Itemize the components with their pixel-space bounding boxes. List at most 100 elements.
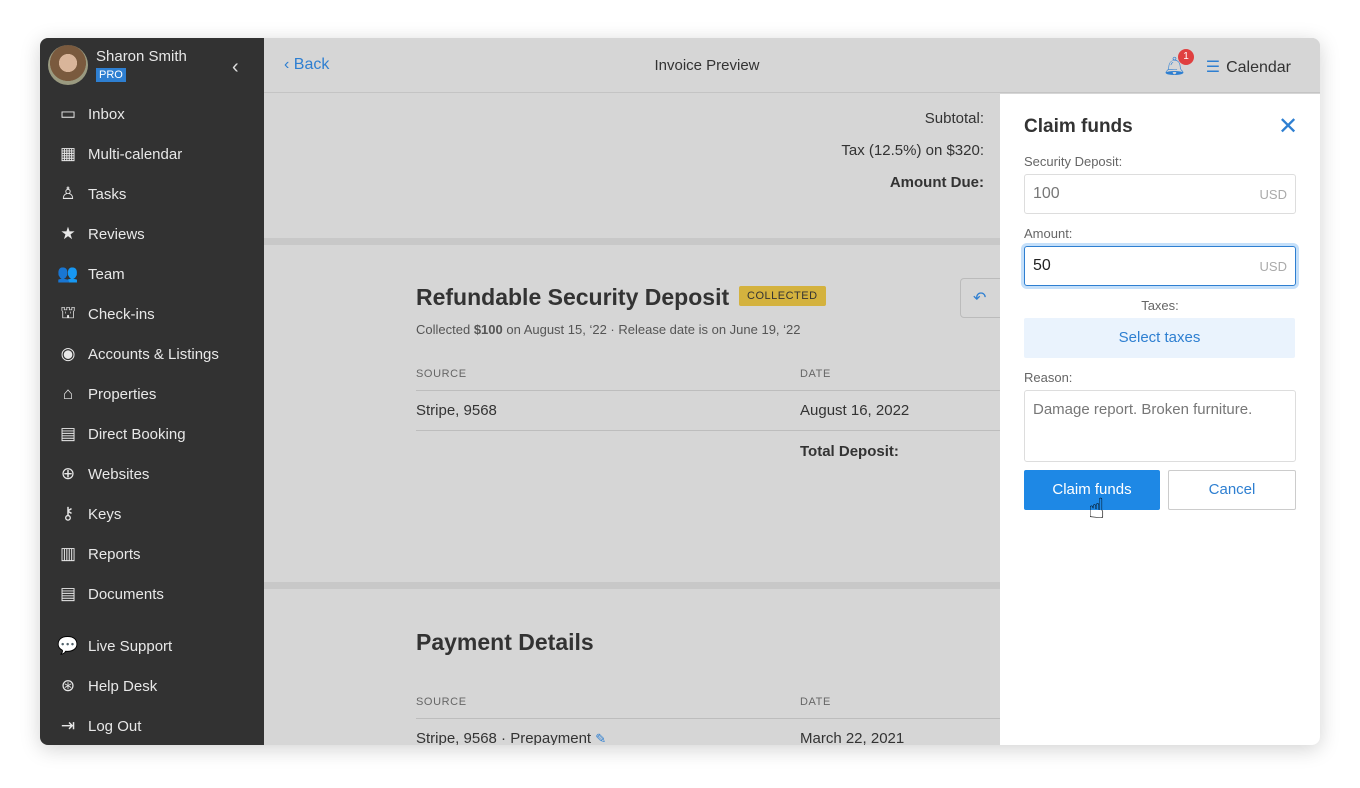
column-header-source: SOURCE [416, 696, 467, 708]
page-title: Invoice Preview [654, 57, 760, 74]
sidebar-item-label: Websites [88, 465, 150, 483]
notification-badge: 1 [1178, 49, 1194, 65]
sidebar-item-label: Documents [88, 585, 164, 603]
undo-icon: ↶ [973, 290, 987, 307]
sidebar-item-label: Live Support [88, 637, 173, 655]
user-name: Sharon Smith [96, 48, 187, 65]
payment-date: March 22, 2021 [800, 730, 905, 745]
total-deposit-label: Total Deposit: [800, 443, 899, 460]
sidebar-item-label: Keys [88, 505, 122, 523]
amount-input[interactable]: 50 USD [1024, 246, 1296, 286]
cancel-button[interactable]: Cancel [1168, 470, 1296, 510]
amount-due-label: Amount Due: [889, 174, 984, 191]
column-header-date: DATE [800, 696, 831, 708]
sidebar-item-label: Check-ins [88, 305, 155, 323]
hand-cursor-icon: ☝︎ [1088, 493, 1106, 524]
payment-source: Stripe, 9568 · Prepayment ✎ [416, 730, 607, 745]
section-divider [264, 582, 1000, 589]
sidebar-item-label: Reviews [88, 225, 145, 243]
star-icon: ★ [60, 224, 76, 243]
team-icon: 👥 [57, 264, 79, 283]
sidebar-item-documents[interactable]: ▤ Documents [40, 574, 264, 614]
sidebar-item-label: Multi-calendar [88, 145, 183, 163]
column-header-date: DATE [800, 368, 831, 380]
app-window: Sharon Smith PRO ‹ ▭ Inbox ▦ Multi-calendar ♙… [40, 38, 1320, 745]
logout-icon: ⇥ [60, 716, 76, 735]
lifebuoy-icon: ⊛ [60, 676, 76, 695]
sidebar-item-label: Inbox [88, 105, 125, 123]
sidebar-item-tasks[interactable]: ♙ Tasks [40, 174, 264, 214]
reason-label: Reason: [1024, 370, 1073, 385]
chart-icon: ▥ [59, 544, 77, 563]
calendar-button[interactable]: ☰ Calendar [1206, 57, 1291, 77]
key-icon: ⚷ [61, 504, 75, 523]
sidebar-item-label: Help Desk [88, 677, 158, 695]
sidebar-item-properties[interactable]: ⌂ Properties [40, 374, 264, 414]
panel-title: Claim funds [1024, 116, 1133, 137]
sidebar-item-check-ins[interactable]: ⛫ Check-ins [40, 294, 264, 334]
sidebar-item-accounts-listings[interactable]: ◉ Accounts & Listings [40, 334, 264, 374]
payment-title: Payment Details [416, 629, 594, 655]
reason-textarea[interactable]: Damage report. Broken furniture. [1024, 390, 1296, 462]
home-icon: ⌂ [62, 384, 74, 403]
divider [416, 390, 1000, 391]
code-window-icon: ▤ [59, 424, 77, 443]
security-deposit-label: Security Deposit: [1024, 154, 1123, 169]
close-icon[interactable]: ✕ [1278, 112, 1298, 141]
deposit-subtitle: Collected $100 on August 15, ‘22 · Relea… [416, 322, 801, 337]
divider [416, 430, 1000, 431]
sidebar-item-team[interactable]: 👥 Team [40, 254, 264, 294]
sidebar-item-label: Log Out [88, 717, 142, 735]
sidebar-item-reports[interactable]: ▥ Reports [40, 534, 264, 574]
avatar [48, 45, 88, 85]
pro-badge: PRO [96, 68, 126, 82]
tax-label: Tax (12.5%) on $320: [841, 142, 984, 159]
sidebar-item-label: Team [88, 265, 125, 283]
sidebar-item-direct-booking[interactable]: ▤ Direct Booking [40, 414, 264, 454]
subtotal-label: Subtotal: [924, 110, 984, 127]
chat-icon: 💬 [57, 636, 79, 655]
divider [416, 718, 1000, 719]
bell-desk-icon: ⛫ [60, 303, 76, 322]
status-badge: COLLECTED [739, 286, 826, 306]
amount-label: Amount: [1024, 226, 1073, 241]
deposit-source: Stripe, 9568 [416, 402, 497, 419]
sidebar-item-inbox[interactable]: ▭ Inbox [40, 94, 264, 134]
security-deposit-input[interactable]: 100 USD [1024, 174, 1296, 214]
collapse-sidebar-icon[interactable]: ‹ [232, 56, 239, 79]
document-icon: ▤ [59, 584, 77, 603]
sidebar-item-label: Reports [88, 545, 141, 563]
section-divider [264, 238, 1000, 245]
column-header-source: SOURCE [416, 368, 467, 380]
tasks-icon: ♙ [60, 184, 76, 203]
deposit-date: August 16, 2022 [800, 402, 910, 419]
sidebar-item-help-desk[interactable]: ⊛ Help Desk [40, 666, 264, 706]
invoice-content: Subtotal: Tax (12.5%) on $320: Amount Du… [264, 94, 1004, 745]
sidebar-item-log-out[interactable]: ⇥ Log Out [40, 706, 264, 745]
sidebar-item-reviews[interactable]: ★ Reviews [40, 214, 264, 254]
header: ‹ Back Invoice Preview 🔔︎ 1 ☰ Calendar [264, 38, 1320, 93]
sidebar-item-live-support[interactable]: 💬 Live Support [40, 626, 264, 666]
sidebar-item-keys[interactable]: ⚷ Keys [40, 494, 264, 534]
claim-funds-panel: Claim funds ✕ Security Deposit: 100 USD A… [1000, 94, 1320, 745]
taxes-label: Taxes: [1141, 298, 1179, 313]
account-icon: ◉ [60, 344, 76, 363]
undo-button[interactable]: ↶ [960, 278, 1004, 318]
edit-icon[interactable]: ✎ [595, 731, 606, 745]
calendar-search-icon: ☰ [1205, 59, 1221, 76]
sidebar-item-label: Properties [88, 385, 157, 403]
sidebar-item-label: Direct Booking [88, 425, 186, 443]
deposit-title: Refundable Security Deposit [416, 284, 730, 310]
sidebar-item-label: Tasks [88, 185, 127, 203]
sidebar-item-multi-calendar[interactable]: ▦ Multi-calendar [40, 134, 264, 174]
sidebar-item-label: Accounts & Listings [88, 345, 219, 363]
globe-icon: ⊕ [60, 464, 76, 483]
inbox-icon: ▭ [59, 104, 77, 123]
sidebar: Sharon Smith PRO ‹ ▭ Inbox ▦ Multi-calendar ♙… [40, 38, 264, 745]
user-profile[interactable]: Sharon Smith PRO [48, 45, 187, 85]
currency-suffix: USD [1259, 259, 1287, 274]
sidebar-item-websites[interactable]: ⊕ Websites [40, 454, 264, 494]
calendar-icon: ▦ [59, 144, 77, 163]
select-taxes-button[interactable]: Select taxes [1024, 318, 1295, 358]
currency-suffix: USD [1259, 187, 1287, 202]
